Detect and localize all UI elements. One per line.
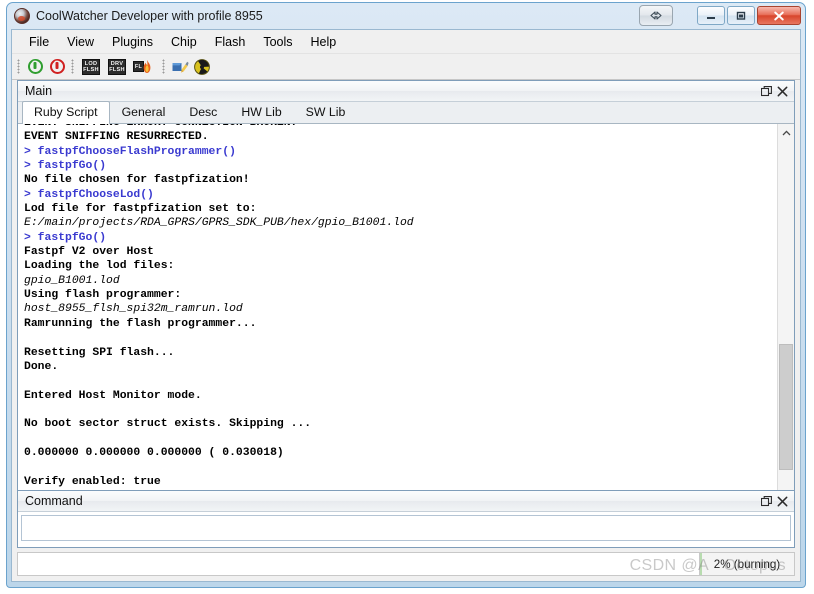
title-bar: CoolWatcher Developer with profile 8955: [7, 3, 805, 29]
tab-hw-lib[interactable]: HW Lib: [229, 101, 293, 123]
console-line: EVENT SNIFFING RESURRECTED.: [24, 131, 209, 144]
power-on-button[interactable]: [24, 56, 46, 77]
console-line: Entered Host Monitor mode.: [24, 389, 202, 402]
tab-ruby-script[interactable]: Ruby Script: [22, 101, 110, 124]
console-line: Loading the lod files:: [24, 260, 175, 273]
fl-flame-icon: [143, 60, 151, 73]
resize-arrows-icon[interactable]: [639, 5, 673, 26]
menu-item-help[interactable]: Help: [302, 32, 346, 52]
scrollbar-thumb[interactable]: [779, 344, 793, 470]
console-line: > fastpfGo(): [24, 160, 107, 173]
menu-bar: File View Plugins Chip Flash Tools Help: [12, 30, 800, 54]
toolbar-grip-2[interactable]: [71, 59, 74, 74]
power-on-green-icon: [27, 59, 43, 74]
console-line: gpio_B1001.lod: [24, 274, 120, 287]
maximize-icon[interactable]: [727, 6, 755, 25]
console-line: host_8955_flsh_spi32m_ramrun.lod: [24, 303, 243, 316]
menu-item-view[interactable]: View: [58, 32, 103, 52]
lod-flsh-chip-icon: LOD FLSH: [82, 58, 100, 75]
toolbar-grip-3[interactable]: [162, 59, 165, 74]
window-body: File View Plugins Chip Flash Tools Help …: [11, 29, 801, 582]
status-progress-indicator: 2% (burning): [699, 552, 795, 576]
menu-item-flash[interactable]: Flash: [206, 32, 255, 52]
menu-item-chip[interactable]: Chip: [162, 32, 206, 52]
window-controls: [639, 5, 801, 26]
float-panel-icon-command[interactable]: [759, 494, 774, 509]
console-line: Lod file for fastpfization set to:: [24, 203, 257, 216]
application-window: CoolWatcher Developer with profile 8955: [6, 2, 806, 588]
command-panel-title: Command: [25, 494, 83, 508]
console-line: 0.000000 0.000000 0.000000 ( 0.030018): [24, 446, 284, 459]
console-line: Ramrunning the flash programmer...: [24, 317, 257, 330]
lod-chip-line2: FLSH: [83, 67, 99, 74]
window-title: CoolWatcher Developer with profile 8955: [36, 9, 263, 23]
status-message-area: [17, 552, 699, 576]
toolbar-grip[interactable]: [17, 59, 20, 74]
float-panel-icon[interactable]: [759, 84, 774, 99]
console-line: E:/main/projects/RDA_GPRS/GPRS_SDK_PUB/h…: [24, 217, 414, 230]
console-line: > fastpfGo(): [24, 231, 107, 244]
console-line: Using flash programmer:: [24, 289, 182, 302]
drv-flsh-chip-icon: DRV FLSH: [108, 58, 126, 75]
radiation-icon: [194, 58, 210, 75]
status-badge: 2% (burning): [713, 557, 781, 571]
tab-strip: Ruby Script General Desc HW Lib SW Lib: [18, 101, 794, 124]
console-lines: EVENT SNIFFING ERROR: CONNECTION BROKEN?…: [24, 124, 777, 508]
app-logo-icon: [14, 8, 30, 24]
tab-sw-lib[interactable]: SW Lib: [294, 101, 358, 123]
main-dock-panel: Main Ruby Script General Desc HW Lib SW …: [17, 80, 795, 509]
console-line: Resetting SPI flash...: [24, 346, 175, 359]
console-line: Verify enabled: true: [24, 475, 161, 488]
drv-chip-line1: DRV: [110, 60, 124, 67]
console-line: > fastpfChooseFlashProgrammer(): [24, 145, 236, 158]
main-panel-caption: Main: [18, 81, 794, 102]
status-bar: 2% (burning): [17, 552, 795, 576]
tab-general[interactable]: General: [110, 101, 178, 123]
menu-item-tools[interactable]: Tools: [254, 32, 301, 52]
console-line: Done.: [24, 360, 59, 373]
radiation-button[interactable]: [191, 56, 213, 77]
toolbar: LOD FLSH DRV FLSH FL: [12, 54, 800, 80]
brush-icon: [172, 61, 189, 73]
drv-flash-button[interactable]: DRV FLSH: [104, 56, 130, 77]
scroll-up-icon[interactable]: [778, 124, 794, 141]
flash-burn-button[interactable]: FL: [130, 56, 159, 77]
command-panel-caption: Command: [18, 491, 794, 512]
close-panel-icon[interactable]: [775, 84, 790, 99]
minimize-icon[interactable]: [697, 6, 725, 25]
clean-button[interactable]: [169, 56, 191, 77]
drv-chip-line2: FLSH: [109, 67, 125, 74]
command-dock-panel: Command: [17, 490, 795, 548]
console-area: EVENT SNIFFING ERROR: CONNECTION BROKEN?…: [18, 124, 794, 508]
command-input[interactable]: [21, 515, 791, 541]
menu-item-file[interactable]: File: [20, 32, 58, 52]
menu-item-plugins[interactable]: Plugins: [103, 32, 162, 52]
power-off-red-icon: [49, 59, 65, 74]
console-output[interactable]: EVENT SNIFFING ERROR: CONNECTION BROKEN?…: [18, 124, 777, 508]
close-panel-icon-command[interactable]: [775, 494, 790, 509]
main-panel-title: Main: [25, 84, 53, 98]
console-line: No boot sector struct exists. Skipping .…: [24, 418, 312, 431]
tab-desc[interactable]: Desc: [177, 101, 229, 123]
fl-chip-line1: FL: [134, 64, 143, 70]
console-scrollbar[interactable]: [777, 124, 794, 508]
console-line: Fastpf V2 over Host: [24, 246, 154, 259]
power-off-button[interactable]: [46, 56, 68, 77]
console-line: > fastpfChooseLod(): [24, 188, 154, 201]
progress-fill: [700, 553, 702, 575]
lod-flash-button[interactable]: LOD FLSH: [78, 56, 104, 77]
close-icon[interactable]: [757, 6, 801, 25]
lod-chip-line1: LOD: [84, 60, 98, 67]
console-line: No file chosen for fastpfization!: [24, 174, 250, 187]
